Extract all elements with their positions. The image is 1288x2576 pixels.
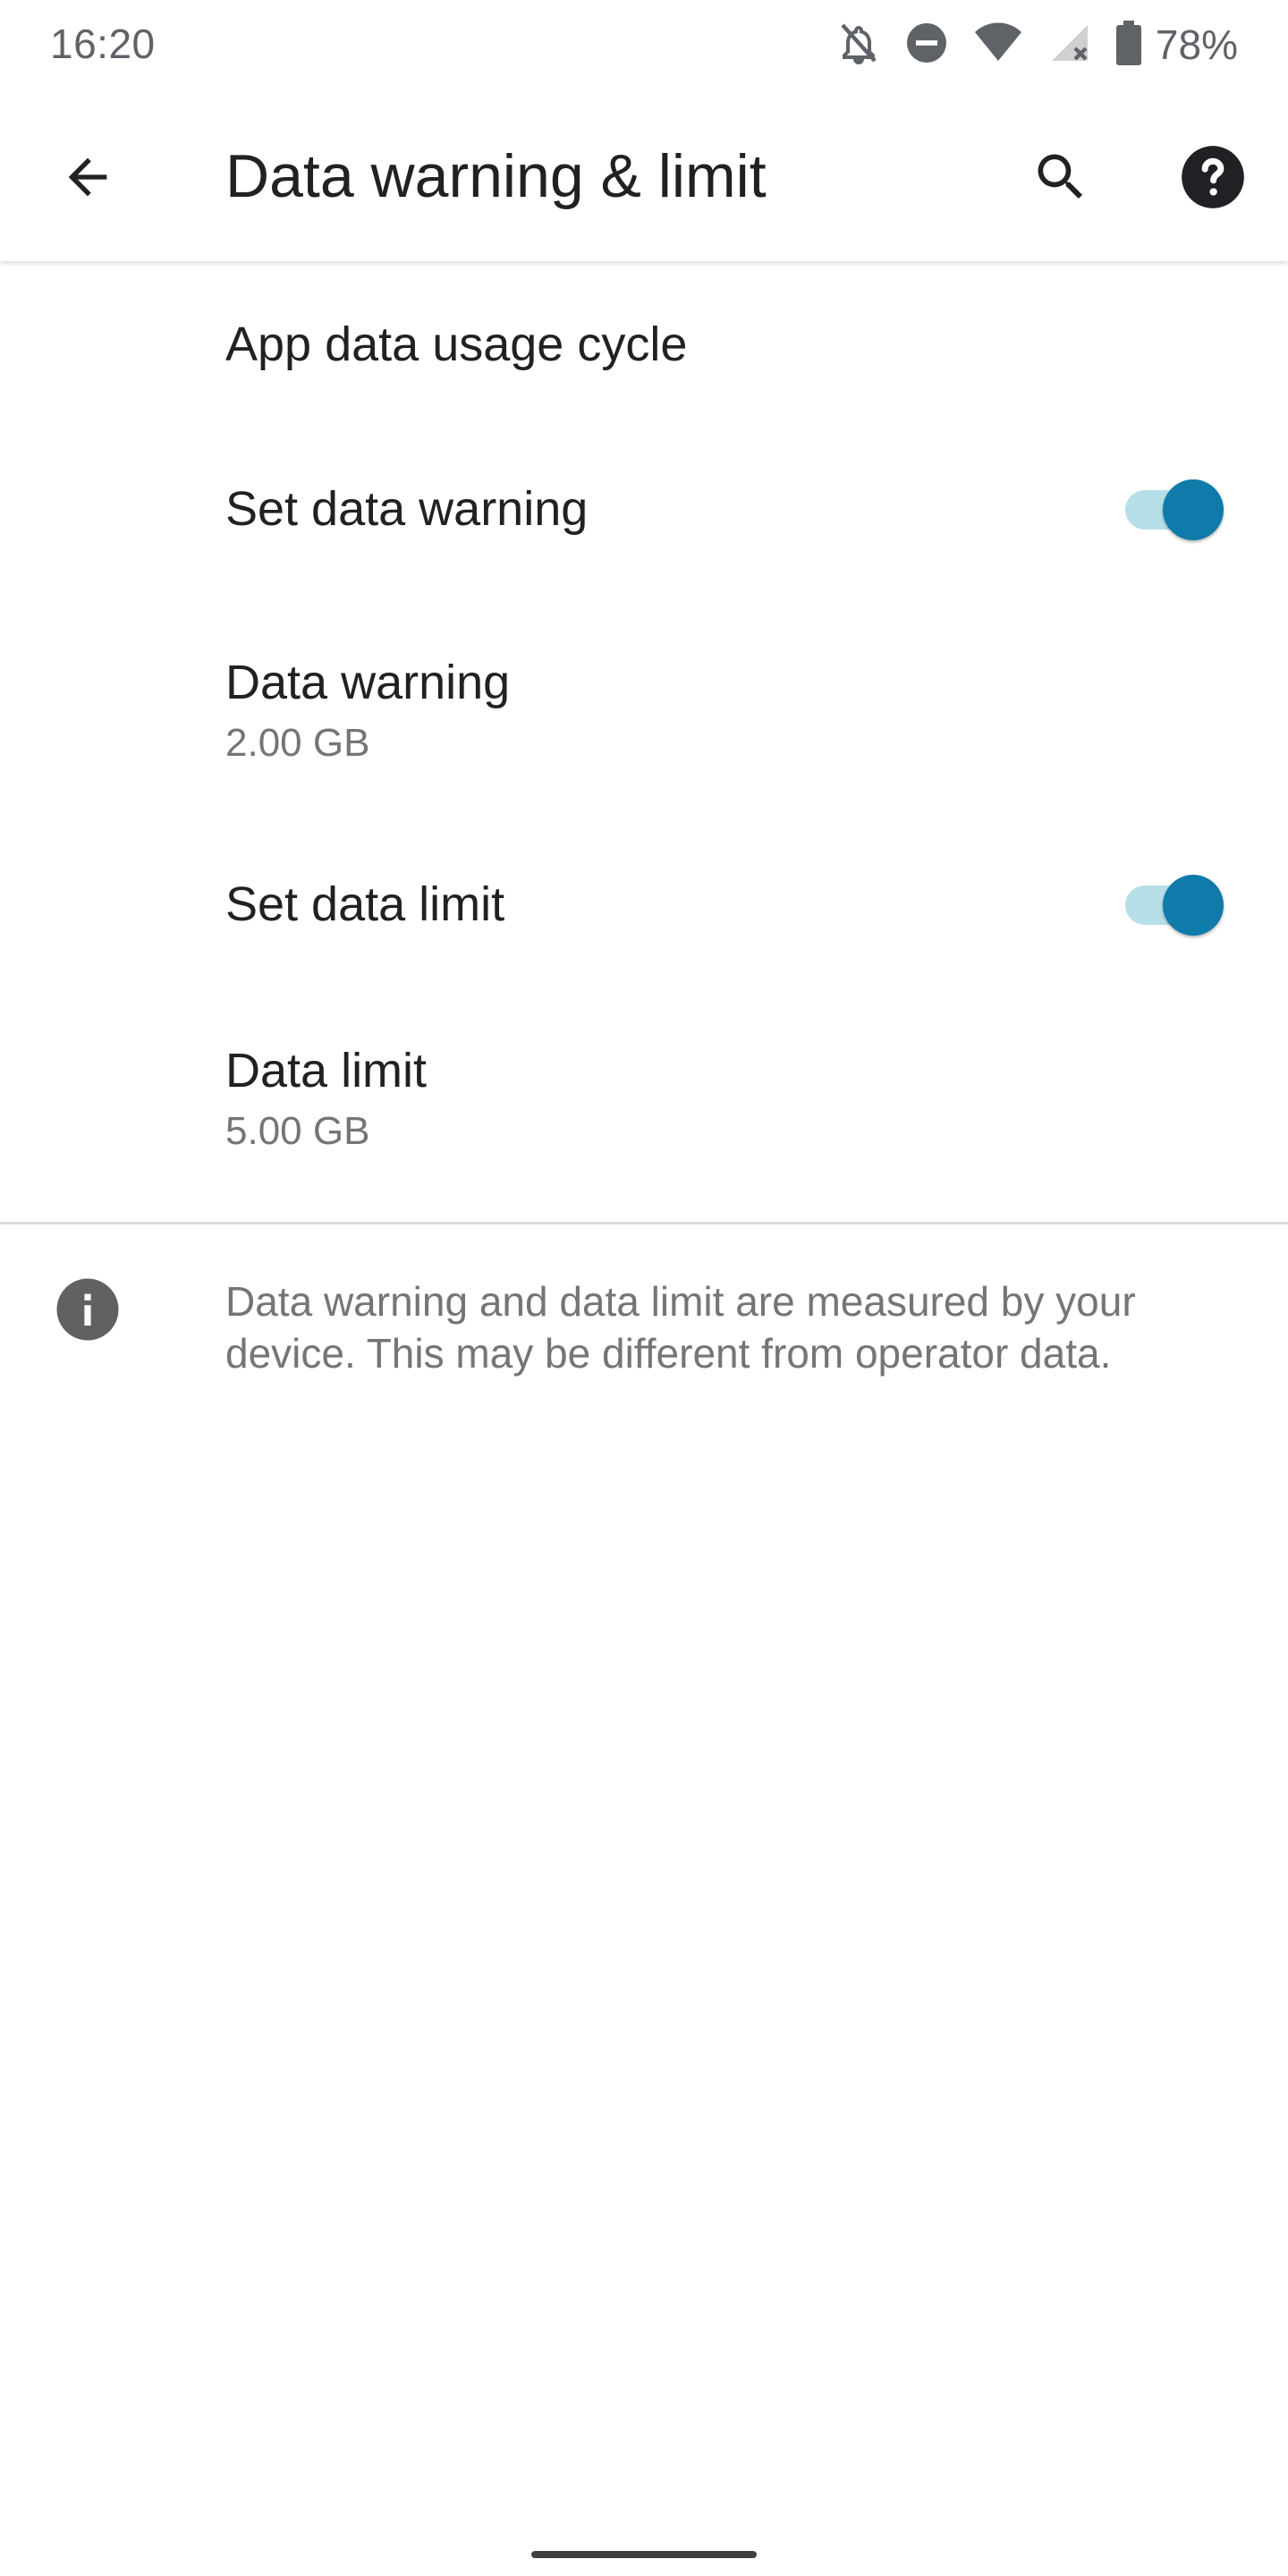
set-data-limit-item[interactable]: Set data limit [0, 819, 1288, 986]
set-data-warning-item[interactable]: Set data warning [0, 424, 1288, 590]
divider [0, 1222, 1288, 1224]
set-data-warning-title: Set data warning [225, 482, 589, 536]
data-limit-value: 5.00 GB [225, 1109, 370, 1153]
search-icon [1030, 147, 1091, 212]
data-limit-title: Data limit [225, 1044, 428, 1097]
data-warning-value: 2.00 GB [225, 721, 370, 765]
set-data-limit-switch[interactable] [1122, 866, 1229, 937]
switch-thumb [1163, 479, 1224, 540]
page-title: Data warning & limit [225, 142, 767, 210]
battery-icon [1115, 20, 1141, 70]
cellular-no-signal-icon [1048, 21, 1091, 69]
status-bar: 16:20 78% [0, 0, 1288, 89]
do-not-disturb-icon [905, 21, 948, 69]
back-button[interactable] [45, 136, 131, 222]
data-limit-item[interactable]: Data limit 5.00 GB [0, 986, 1288, 1222]
help-icon [1179, 143, 1247, 216]
set-data-limit-title: Set data limit [225, 877, 505, 931]
search-button[interactable] [1018, 136, 1104, 222]
status-icons: 78% [837, 16, 1238, 73]
wifi-icon [973, 21, 1023, 69]
notifications-off-icon [837, 20, 880, 71]
help-button[interactable] [1170, 136, 1256, 222]
gesture-nav-handle[interactable] [531, 2551, 757, 2558]
status-time: 16:20 [50, 21, 156, 67]
info-icon [55, 1277, 120, 1342]
battery-percent: 78% [1155, 21, 1238, 68]
app-bar: Data warning & limit [0, 89, 1288, 261]
app-data-usage-cycle-title: App data usage cycle [225, 318, 688, 371]
set-data-warning-switch[interactable] [1122, 470, 1229, 542]
app-data-usage-cycle-item[interactable]: App data usage cycle [0, 261, 1288, 424]
data-warning-item[interactable]: Data warning 2.00 GB [0, 590, 1288, 819]
switch-thumb [1163, 875, 1224, 936]
data-warning-title: Data warning [225, 656, 511, 709]
footer-text: Data warning and data limit are measured… [225, 1278, 1136, 1377]
back-arrow-icon [59, 148, 116, 210]
